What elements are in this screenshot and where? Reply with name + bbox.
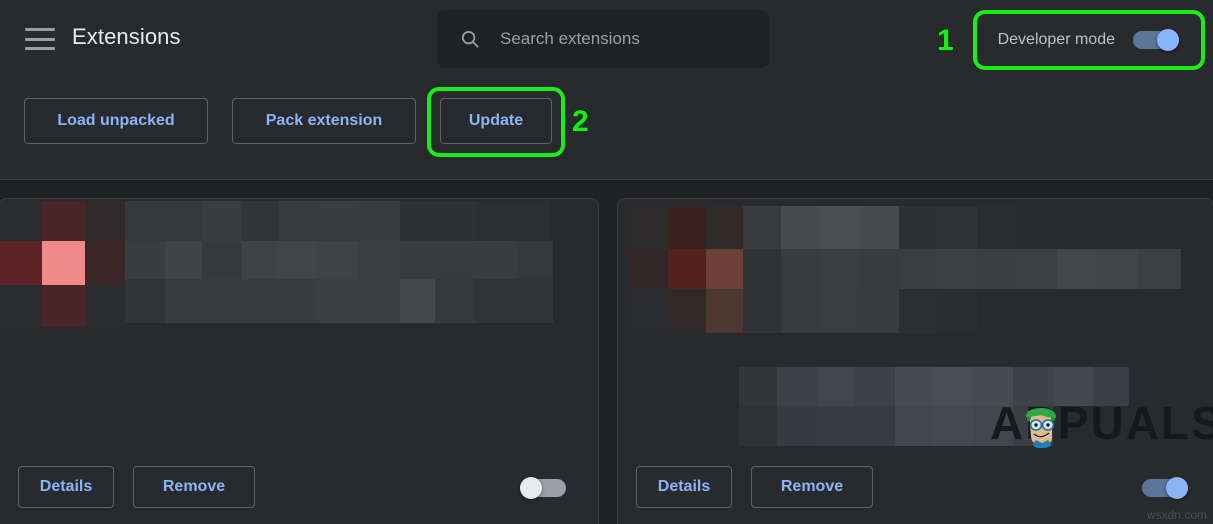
details-button[interactable]: Details — [18, 466, 114, 508]
remove-button[interactable]: Remove — [133, 466, 255, 508]
page-header: Extensions Developer mode — [0, 0, 1213, 78]
toggle-knob — [1157, 29, 1179, 51]
search-box[interactable] — [437, 10, 769, 68]
hamburger-bar — [25, 28, 55, 31]
details-button[interactable]: Details — [636, 466, 732, 508]
hamburger-bar — [25, 47, 55, 50]
card-action-bar: Details Remove — [618, 450, 1213, 524]
developer-mode-label: Developer mode — [997, 31, 1115, 48]
page-title: Extensions — [72, 24, 181, 49]
hamburger-bar — [25, 37, 55, 41]
load-unpacked-button[interactable]: Load unpacked — [24, 98, 208, 144]
extension-card[interactable]: Details Remove — [617, 198, 1213, 524]
extension-card[interactable]: Details Remove — [0, 198, 599, 524]
remove-button[interactable]: Remove — [751, 466, 873, 508]
developer-mode-control[interactable]: Developer mode — [980, 18, 1195, 62]
extension-enable-toggle[interactable] — [520, 477, 566, 499]
extension-enable-toggle[interactable] — [1142, 477, 1188, 499]
developer-mode-toggle[interactable] — [1133, 29, 1179, 51]
pack-extension-button[interactable]: Pack extension — [232, 98, 416, 144]
toggle-knob — [1166, 477, 1188, 499]
toggle-knob — [520, 477, 542, 499]
card-action-bar: Details Remove — [0, 450, 598, 524]
hamburger-menu-icon[interactable] — [25, 26, 55, 52]
search-input[interactable] — [498, 28, 752, 50]
update-button[interactable]: Update — [440, 98, 552, 144]
search-icon — [461, 30, 479, 48]
